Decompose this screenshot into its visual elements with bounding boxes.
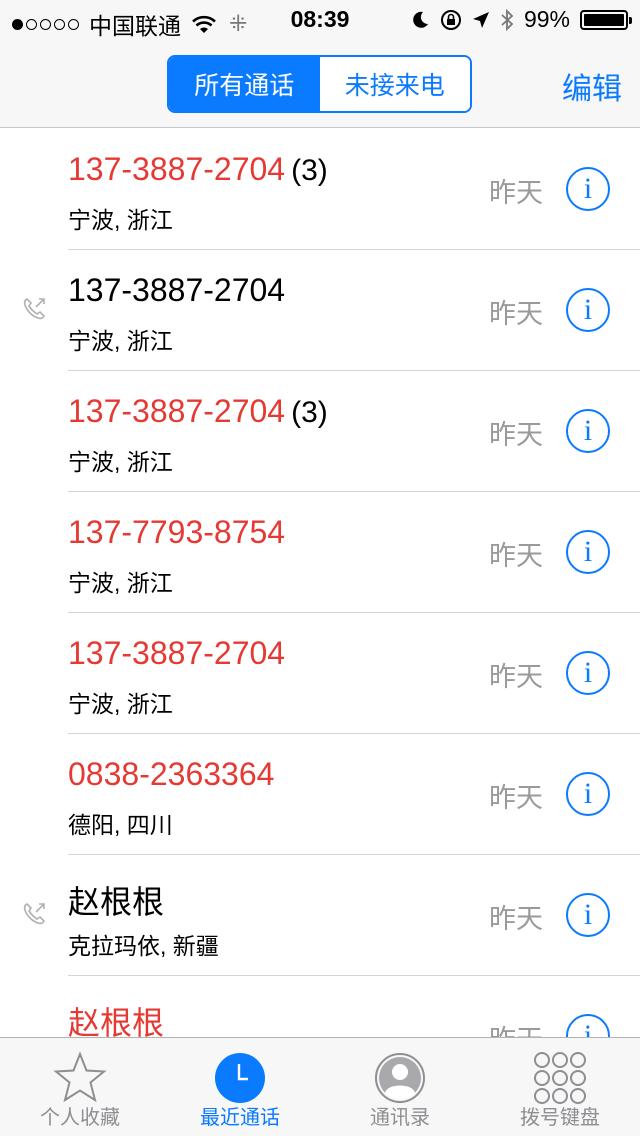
info-icon[interactable]: i <box>566 651 610 695</box>
tab-favorites-label: 个人收藏 <box>40 1107 120 1129</box>
caller-name: 137-3887-2704 <box>68 635 285 672</box>
call-date: 昨天 <box>489 783 543 813</box>
info-icon[interactable]: i <box>566 288 610 332</box>
call-count: (3) <box>291 154 328 187</box>
call-row[interactable]: 赵根根 昨天 i <box>0 976 640 1037</box>
call-row[interactable]: 137-3887-2704 (3) 宁波, 浙江 昨天 i <box>0 129 640 250</box>
caller-location: 宁波, 浙江 <box>68 570 173 596</box>
caller-name: 赵根根 <box>68 877 164 923</box>
caller-location: 德阳, 四川 <box>68 812 173 838</box>
clock-icon <box>212 1050 268 1106</box>
call-count: (3) <box>291 396 328 429</box>
caller-location: 宁波, 浙江 <box>68 691 173 717</box>
contacts-icon <box>372 1050 428 1106</box>
caller-number: 0838-2363364 <box>68 756 275 792</box>
caller-name: 137-7793-8754 <box>68 514 285 551</box>
call-filter-segmented-control: 所有通话 未接来电 <box>167 55 472 113</box>
outgoing-call-icon <box>20 295 48 323</box>
caller-name: 赵根根 <box>68 998 164 1037</box>
call-date: 昨天 <box>489 1018 543 1037</box>
call-row[interactable]: 137-3887-2704 (3) 宁波, 浙江 昨天 i <box>0 371 640 492</box>
segment-missed-calls[interactable]: 未接来电 <box>319 57 470 111</box>
caller-location: 宁波, 浙江 <box>68 449 173 475</box>
caller-name: 137-3887-2704 (3) <box>68 151 328 188</box>
caller-number: 137-3887-2704 <box>68 393 286 429</box>
call-date: 昨天 <box>489 904 543 934</box>
tab-keypad[interactable]: 拨号键盘 <box>480 1038 640 1136</box>
call-row[interactable]: 137-3887-2704 宁波, 浙江 昨天 i <box>0 250 640 371</box>
battery-icon <box>580 9 632 30</box>
caller-name: 137-3887-2704 (3) <box>68 393 328 430</box>
caller-number: 137-3887-2704 <box>68 272 286 308</box>
call-row[interactable]: 0838-2363364 德阳, 四川 昨天 i <box>0 734 640 855</box>
navigation-bar: 所有通话 未接来电 编辑 <box>0 40 640 128</box>
caller-number: 赵根根 <box>68 1005 165 1037</box>
location-arrow-icon <box>472 11 489 28</box>
caller-location: 宁波, 浙江 <box>68 207 173 233</box>
battery-fill <box>584 13 624 26</box>
rotation-lock-icon <box>440 9 461 30</box>
call-row[interactable]: 137-3887-2704 宁波, 浙江 昨天 i <box>0 613 640 734</box>
call-date: 昨天 <box>489 541 543 571</box>
tab-bar: 个人收藏 最近通话 通讯录 拨号键盘 <box>0 1037 640 1136</box>
caller-number: 137-3887-2704 <box>68 635 286 671</box>
outgoing-call-icon <box>20 900 48 928</box>
battery-percent: 99% <box>523 6 570 32</box>
info-icon[interactable]: i <box>566 167 610 211</box>
moon-icon <box>413 11 428 28</box>
status-bar: 中国联通 ⁜ 08:39 99% <box>0 0 640 40</box>
tab-contacts[interactable]: 通讯录 <box>320 1038 480 1136</box>
caller-number: 137-7793-8754 <box>68 514 286 550</box>
call-date: 昨天 <box>489 662 543 692</box>
caller-name: 137-3887-2704 <box>68 272 285 309</box>
call-date: 昨天 <box>489 178 543 208</box>
tab-recents[interactable]: 最近通话 <box>160 1038 320 1136</box>
info-icon[interactable]: i <box>566 893 610 937</box>
tab-keypad-label: 拨号键盘 <box>520 1107 600 1129</box>
call-date: 昨天 <box>489 420 543 450</box>
keypad-icon <box>532 1050 588 1106</box>
tab-favorites[interactable]: 个人收藏 <box>0 1038 160 1136</box>
segment-all-calls[interactable]: 所有通话 <box>169 57 320 111</box>
call-row[interactable]: 137-7793-8754 宁波, 浙江 昨天 i <box>0 492 640 613</box>
info-icon[interactable]: i <box>566 530 610 574</box>
caller-location: 宁波, 浙江 <box>68 328 173 354</box>
tab-contacts-label: 通讯录 <box>370 1107 430 1129</box>
caller-number: 137-3887-2704 <box>68 151 286 187</box>
tab-recents-label: 最近通话 <box>200 1107 280 1129</box>
info-icon[interactable]: i <box>566 772 610 816</box>
caller-location: 克拉玛依, 新疆 <box>68 933 219 959</box>
info-icon[interactable]: i <box>566 409 610 453</box>
caller-name: 0838-2363364 <box>68 756 274 793</box>
call-date: 昨天 <box>489 299 543 329</box>
status-right: 99% <box>410 6 632 33</box>
caller-number: 赵根根 <box>68 884 165 920</box>
recent-calls-list[interactable]: 137-3887-2704 (3) 宁波, 浙江 昨天 i 137-3887-2704 宁波… <box>0 129 640 1037</box>
bluetooth-icon <box>501 8 514 31</box>
star-icon <box>52 1050 108 1106</box>
call-row[interactable]: 赵根根克拉玛依, 新疆 昨天 i <box>0 855 640 976</box>
edit-button[interactable]: 编辑 <box>562 64 622 108</box>
info-icon[interactable]: i <box>566 1014 610 1037</box>
